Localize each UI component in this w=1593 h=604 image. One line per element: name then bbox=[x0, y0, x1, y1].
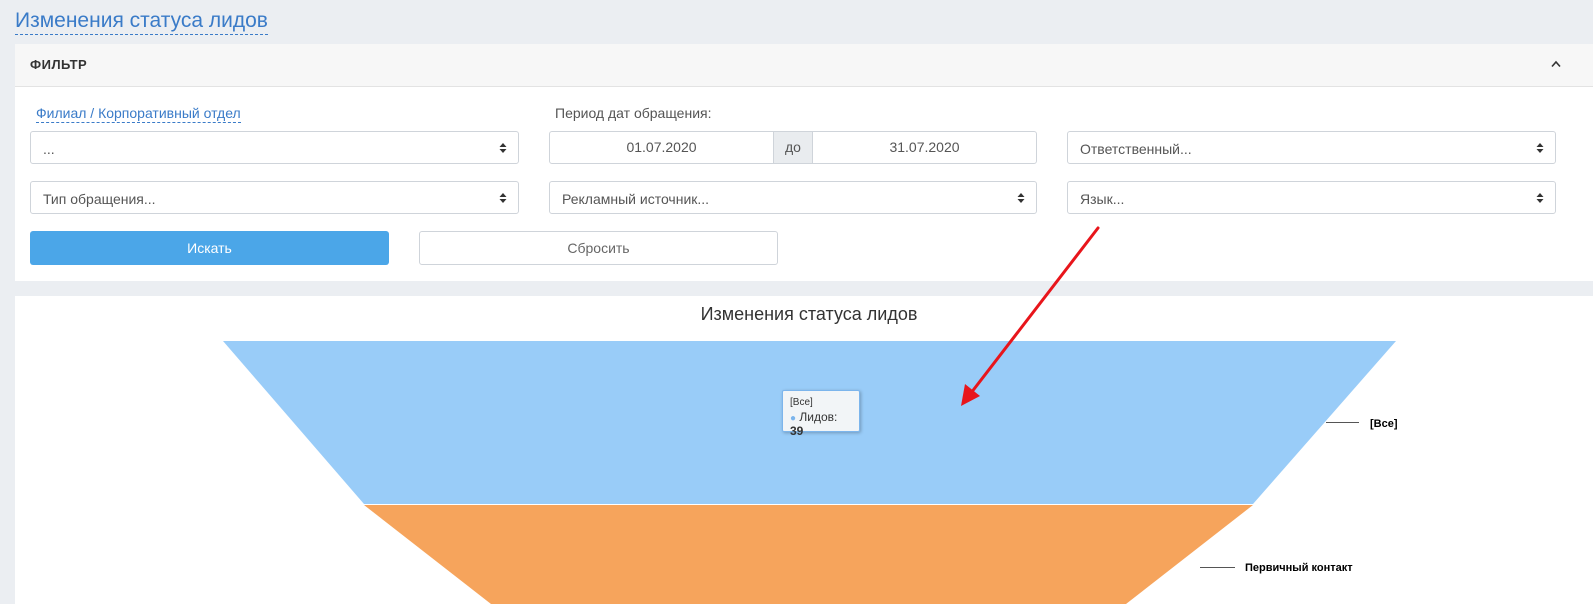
filter-title: ФИЛЬТР bbox=[30, 57, 88, 72]
chart-tooltip: [Все] ● Лидов: 39 bbox=[782, 390, 860, 438]
tooltip-value: 39 bbox=[790, 424, 804, 438]
ad-source-select[interactable]: Рекламный источник... bbox=[549, 181, 1037, 214]
funnel-label-all: [Все] bbox=[1370, 418, 1398, 430]
branch-label[interactable]: Филиал / Корпоративный отдел bbox=[36, 105, 241, 123]
language-select[interactable]: Язык... bbox=[1067, 181, 1556, 214]
branch-select[interactable]: ... bbox=[30, 131, 519, 164]
page-title[interactable]: Изменения статуса лидов bbox=[15, 8, 268, 35]
language-select-placeholder: Язык... bbox=[1080, 191, 1125, 207]
tooltip-series-label: Лидов: bbox=[799, 410, 838, 424]
responsible-select[interactable]: Ответственный... bbox=[1067, 131, 1556, 164]
tooltip-value-line: ● Лидов: 39 bbox=[790, 410, 852, 438]
branch-select-value: ... bbox=[43, 141, 55, 157]
sort-caret-icon bbox=[499, 143, 507, 153]
series-dot-icon: ● bbox=[790, 413, 797, 424]
funnel-label-primary-contact: Первичный контакт bbox=[1245, 562, 1353, 574]
filter-panel: ФИЛЬТР Филиал / Корпоративный отдел ... … bbox=[15, 44, 1593, 281]
chevron-up-icon[interactable] bbox=[1550, 58, 1562, 70]
date-from-input[interactable]: 01.07.2020 bbox=[549, 131, 774, 164]
chart-panel: Изменения статуса лидов [Все] Первичный … bbox=[15, 296, 1593, 604]
request-type-select[interactable]: Тип обращения... bbox=[30, 181, 519, 214]
funnel-chart bbox=[223, 341, 1396, 604]
request-type-select-placeholder: Тип обращения... bbox=[43, 191, 156, 207]
filter-header[interactable]: ФИЛЬТР bbox=[15, 44, 1593, 87]
responsible-select-placeholder: Ответственный... bbox=[1080, 141, 1192, 157]
reset-button[interactable]: Сбросить bbox=[419, 231, 778, 265]
sort-caret-icon bbox=[1536, 143, 1544, 153]
date-separator: до bbox=[774, 131, 812, 164]
tooltip-category: [Все] bbox=[790, 397, 813, 408]
sort-caret-icon bbox=[1536, 193, 1544, 203]
funnel-segment-primary-contact[interactable] bbox=[364, 505, 1253, 604]
sort-caret-icon bbox=[499, 193, 507, 203]
ad-source-select-placeholder: Рекламный источник... bbox=[562, 191, 710, 207]
sort-caret-icon bbox=[1017, 193, 1025, 203]
period-label: Период дат обращения: bbox=[555, 105, 712, 121]
date-to-input[interactable]: 31.07.2020 bbox=[812, 131, 1037, 164]
search-button[interactable]: Искать bbox=[30, 231, 389, 265]
